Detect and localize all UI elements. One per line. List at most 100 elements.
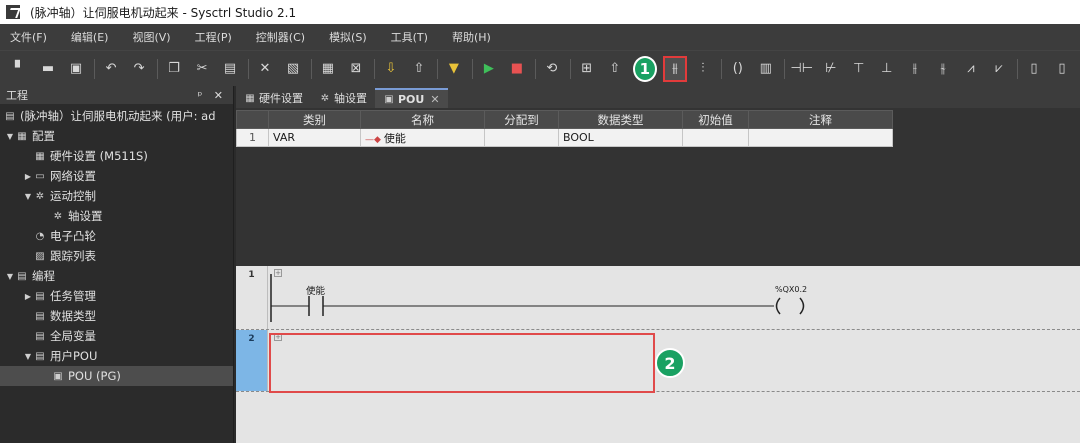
gear-icon: ✲ — [53, 210, 63, 222]
save-icon[interactable]: ▣ — [66, 58, 86, 80]
contact-nc-icon[interactable]: ⊬ — [821, 58, 841, 80]
toolbar-separator — [157, 58, 158, 79]
chevron-down-icon[interactable]: ▼ — [22, 192, 34, 201]
chevron-down-icon[interactable]: ▼ — [4, 132, 16, 141]
toolbar-separator — [436, 58, 438, 79]
parallel-rising-icon[interactable]: ⩘ — [961, 58, 981, 80]
insert-rung-below-icon[interactable]: ⫵ — [662, 55, 687, 82]
panel-controls[interactable]: ᵖ ✕ — [198, 89, 227, 102]
pou-icon: ▣ — [53, 370, 63, 382]
open-folder-icon[interactable]: ▬ — [38, 58, 58, 80]
datatype-icon: ▤ — [35, 310, 45, 322]
insert-rung-above-icon[interactable]: ⊞ — [577, 58, 597, 80]
coil-right-arc — [799, 297, 805, 315]
title-bar: (脉冲轴）让伺服电机动起来 - Sysctrl Studio 2.1 — [0, 0, 1080, 24]
project-icon: ▤ — [5, 110, 15, 122]
more-icon[interactable]: ▯ — [1052, 58, 1072, 80]
contact-no-icon[interactable]: ⊣⊢ — [790, 58, 813, 80]
tree-item-motion[interactable]: ▼ ✲ 运动控制 — [0, 186, 233, 206]
toolbar-separator — [471, 58, 473, 79]
zoom-icon[interactable]: ▯ — [1024, 58, 1044, 80]
reset-icon[interactable]: ⟲ — [542, 58, 562, 80]
table-row[interactable]: 1 VAR —◆ 使能 BOOL — [236, 128, 893, 147]
contact-rising-icon[interactable]: ⊤ — [849, 58, 869, 80]
trace-icon: ▨ — [35, 250, 45, 262]
stop-icon[interactable]: ■ — [507, 58, 527, 80]
cell-comment[interactable] — [748, 128, 893, 147]
menu-edit[interactable]: 编辑(E) — [67, 27, 113, 47]
ladder-rung-1[interactable]: 1 + 使能 %QX0.2 — [236, 266, 1080, 330]
menu-view[interactable]: 视图(V) — [128, 27, 174, 47]
chevron-right-icon[interactable]: ▶ — [22, 172, 34, 181]
tree-item-label: 轴设置 — [68, 209, 103, 223]
chevron-down-icon[interactable]: ▼ — [22, 352, 34, 361]
run-icon[interactable]: ▶ — [479, 58, 499, 80]
tree-root[interactable]: ▤ (脉冲轴）让伺服电机动起来 (用户: ad — [0, 106, 233, 126]
parallel-contact-icon[interactable]: ⫲ — [905, 58, 925, 80]
cell-name-text: 使能 — [383, 131, 406, 145]
tree-item-pou[interactable]: ▣ POU (PG) — [0, 366, 233, 386]
step-badge-2: 2 — [655, 348, 685, 378]
cam-icon: ◔ — [35, 230, 45, 242]
tab-label: 硬件设置 — [259, 92, 303, 105]
column-header: 名称 — [360, 110, 485, 129]
tree-item-cam[interactable]: ◔ 电子凸轮 — [0, 226, 233, 246]
menu-project[interactable]: 工程(P) — [191, 27, 236, 47]
cell-datatype[interactable]: BOOL — [558, 128, 683, 147]
insert-branch-icon[interactable]: ⫶ — [693, 58, 713, 80]
online-icon[interactable]: ▼ — [444, 58, 464, 80]
contact-falling-icon[interactable]: ⊥ — [877, 58, 897, 80]
cut-icon[interactable]: ✂ — [192, 58, 212, 80]
tab-pou[interactable]: ▣ POU ✕ — [375, 88, 448, 108]
chevron-right-icon[interactable]: ▶ — [22, 292, 34, 301]
redo-icon[interactable]: ↷ — [129, 58, 149, 80]
menu-help[interactable]: 帮助(H) — [448, 27, 495, 47]
tree-item-label: POU (PG) — [68, 369, 121, 383]
hardware-icon: ▦ — [245, 92, 255, 104]
tab-hardware[interactable]: ▦ 硬件设置 — [236, 88, 311, 108]
new-file-icon[interactable]: ▘ — [10, 58, 30, 80]
tab-axis[interactable]: ✲ 轴设置 — [311, 88, 375, 108]
tree-item-trace[interactable]: ▨ 跟踪列表 — [0, 246, 233, 266]
menu-controller[interactable]: 控制器(C) — [252, 27, 309, 47]
variables-icon: ▤ — [35, 330, 45, 342]
tree-item-label: 硬件设置 (M511S) — [50, 149, 148, 163]
paste-icon[interactable]: ▤ — [220, 58, 240, 80]
tree-item-hardware[interactable]: ▦ 硬件设置 (M511S) — [0, 146, 233, 166]
tree-item-user-pou[interactable]: ▼ ▤ 用户POU — [0, 346, 233, 366]
tree-item-config[interactable]: ▼ ▦ 配置 — [0, 126, 233, 146]
upload-icon[interactable]: ⇧ — [409, 58, 429, 80]
menu-file[interactable]: 文件(F) — [6, 27, 51, 47]
menu-simulate[interactable]: 模拟(S) — [325, 27, 371, 47]
tree-item-programming[interactable]: ▼ ▤ 编程 — [0, 266, 233, 286]
cell-name[interactable]: —◆ 使能 — [360, 128, 485, 147]
undo-icon[interactable]: ↶ — [101, 58, 121, 80]
delete-icon[interactable]: ✕ — [255, 58, 275, 80]
find-icon[interactable]: ▧ — [283, 58, 303, 80]
coil-label[interactable]: %QX0.2 — [775, 285, 807, 294]
cell-category[interactable]: VAR — [268, 128, 361, 147]
tree-item-network[interactable]: ▶ ▭ 网络设置 — [0, 166, 233, 186]
menu-tools[interactable]: 工具(T) — [387, 27, 432, 47]
clean-icon[interactable]: ⊠ — [346, 58, 366, 80]
copy-icon[interactable]: ❐ — [164, 58, 184, 80]
parallel-falling-icon[interactable]: ⩗ — [989, 58, 1009, 80]
column-header: 分配到 — [484, 110, 559, 129]
download-icon[interactable]: ⇩ — [381, 58, 401, 80]
tree-item-datatypes[interactable]: ▤ 数据类型 — [0, 306, 233, 326]
cell-assign[interactable] — [484, 128, 559, 147]
parallel-nc-icon[interactable]: ⫳ — [933, 58, 953, 80]
pou-icon: ▣ — [384, 93, 394, 105]
tree-item-axis[interactable]: ✲ 轴设置 — [0, 206, 233, 226]
cell-initial[interactable] — [682, 128, 749, 147]
function-block-icon[interactable]: ▥ — [756, 58, 776, 80]
chevron-down-icon[interactable]: ▼ — [4, 272, 16, 281]
close-icon[interactable]: ✕ — [430, 93, 439, 106]
contact-label[interactable]: 使能 — [306, 283, 325, 297]
tree-item-globals[interactable]: ▤ 全局变量 — [0, 326, 233, 346]
build-icon[interactable]: ▦ — [318, 58, 338, 80]
arrow-up-icon[interactable]: ⇧ — [605, 58, 625, 80]
project-tree: ▤ (脉冲轴）让伺服电机动起来 (用户: ad ▼ ▦ 配置 ▦ 硬件设置 (M… — [0, 104, 233, 386]
coil-icon[interactable]: () — [728, 58, 748, 80]
tree-item-tasks[interactable]: ▶ ▤ 任务管理 — [0, 286, 233, 306]
